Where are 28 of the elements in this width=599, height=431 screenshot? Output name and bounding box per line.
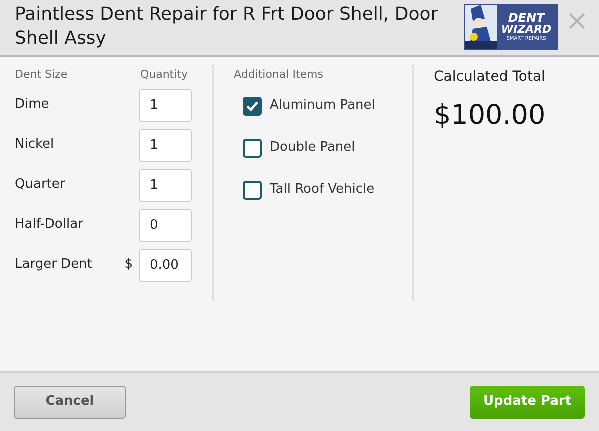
dent-size-label: Quarter [15, 176, 66, 194]
logo-text: WIZARD [501, 24, 552, 36]
checkmark-icon [246, 100, 259, 112]
cancel-button[interactable]: Cancel [14, 386, 126, 418]
logo-text: DENT [508, 12, 545, 24]
dialog-title: Paintless Dent Repair for R Frt Door Shell, Door Shell Assy [15, 3, 440, 51]
quantity-field[interactable]: 1 [139, 88, 192, 122]
checkbox[interactable] [243, 138, 262, 158]
column-header: Quantity [140, 66, 188, 83]
total-label: Calculated Total [434, 68, 546, 87]
quantity-field[interactable]: 0.00 [139, 248, 192, 282]
dent-size-label: Larger Dent [15, 256, 94, 274]
currency-symbol: $ [124, 256, 133, 274]
dent-size-label: Half-Dollar [15, 216, 84, 234]
checkbox-label: Aluminum Panel [270, 97, 376, 116]
checkbox-label: Tall Roof Vehicle [270, 181, 375, 200]
quantity-field[interactable]: 0 [139, 208, 192, 242]
checkbox[interactable] [243, 180, 262, 200]
dent-size-label: Dime [15, 96, 50, 114]
wizard-drawing [464, 5, 497, 49]
column-header: Dent Size [15, 66, 68, 83]
total-amount: $100.00 [434, 99, 546, 133]
dent-size-label: Nickel [15, 136, 56, 154]
section-heading: Additional Items [234, 66, 324, 83]
checkbox-label: Double Panel [270, 139, 356, 158]
checkbox[interactable] [243, 96, 262, 116]
quantity-field[interactable]: 1 [139, 168, 192, 202]
quantity-field[interactable]: 1 [139, 128, 192, 162]
